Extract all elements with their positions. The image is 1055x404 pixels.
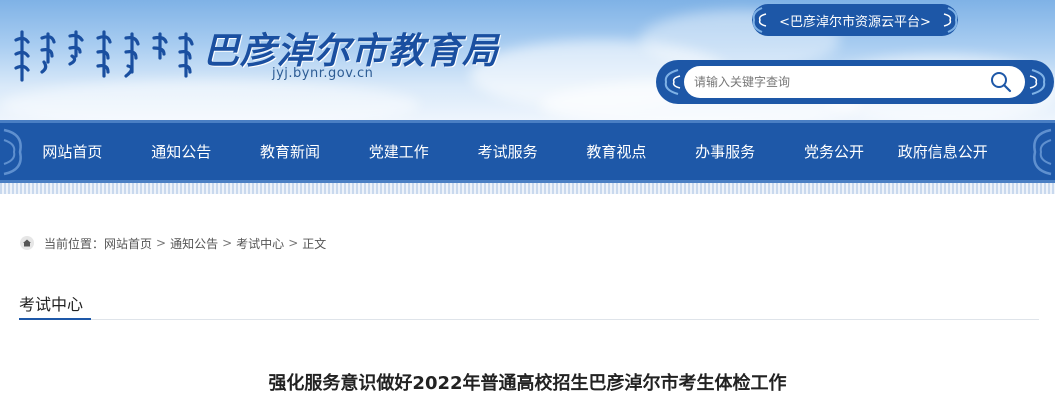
article-title: 强化服务意识做好2022年普通高校招生巴彦淖尔市考生体检工作 [268, 373, 787, 394]
nav-stripe [0, 183, 1055, 194]
home-icon [20, 236, 34, 250]
nav-item-party-building[interactable]: 党建工作 [344, 120, 453, 183]
search-box [656, 60, 1054, 104]
nav-item-exam-services[interactable]: 考试服务 [453, 120, 562, 183]
breadcrumb-separator: > [222, 236, 233, 250]
breadcrumb: 当前位置： 网站首页 > 通知公告 > 考试中心 > 正文 [20, 235, 326, 251]
nav-item-notices[interactable]: 通知公告 [127, 120, 236, 183]
breadcrumb-item-exam-center[interactable]: 考试中心 [236, 235, 284, 252]
main-nav: 网站首页 通知公告 教育新闻 党建工作 考试服务 教育视点 办事服务 党务公开 … [0, 120, 1055, 183]
ornament-icon [943, 7, 958, 33]
nav-item-services[interactable]: 办事服务 [671, 120, 780, 183]
breadcrumb-item-current: 正文 [302, 236, 327, 251]
resource-platform-link[interactable]: <巴彦淖尔市资源云平台> [752, 4, 958, 36]
breadcrumb-item-notices[interactable]: 通知公告 [170, 235, 218, 252]
nav-item-party-affairs[interactable]: 党务公开 [780, 120, 889, 183]
breadcrumb-item-home[interactable]: 网站首页 [104, 235, 152, 252]
mongolian-script-logo [14, 30, 194, 82]
breadcrumb-separator: > [156, 236, 167, 250]
nav-item-education-viewpoint[interactable]: 教育视点 [562, 120, 671, 183]
section-title-underline [19, 318, 91, 320]
nav-item-gov-info[interactable]: 政府信息公开 [888, 120, 997, 183]
ornament-icon [752, 7, 767, 33]
breadcrumb-prefix: 当前位置： [44, 236, 105, 251]
site-header: 巴彦淖尔市教育局 jyj.bynr.gov.cn <巴彦淖尔市资源云平台> [0, 0, 1055, 120]
nav-ornament-icon [1033, 128, 1052, 176]
nav-item-education-news[interactable]: 教育新闻 [236, 120, 345, 183]
nav-items: 网站首页 通知公告 教育新闻 党建工作 考试服务 教育视点 办事服务 党务公开 … [18, 120, 1038, 183]
site-domain: jyj.bynr.gov.cn [272, 66, 374, 81]
header-cloud [0, 80, 420, 120]
breadcrumb-separator: > [288, 236, 299, 250]
nav-item-home[interactable]: 网站首页 [18, 120, 127, 183]
search-icon [991, 72, 1012, 93]
section-divider [19, 319, 1039, 320]
resource-platform-label: <巴彦淖尔市资源云平台> [779, 14, 931, 30]
search-button[interactable] [988, 70, 1014, 94]
section-title[interactable]: 考试中心 [19, 291, 83, 315]
ornament-icon [1029, 69, 1046, 95]
ornament-icon [664, 69, 681, 95]
search-input[interactable] [684, 66, 1025, 98]
